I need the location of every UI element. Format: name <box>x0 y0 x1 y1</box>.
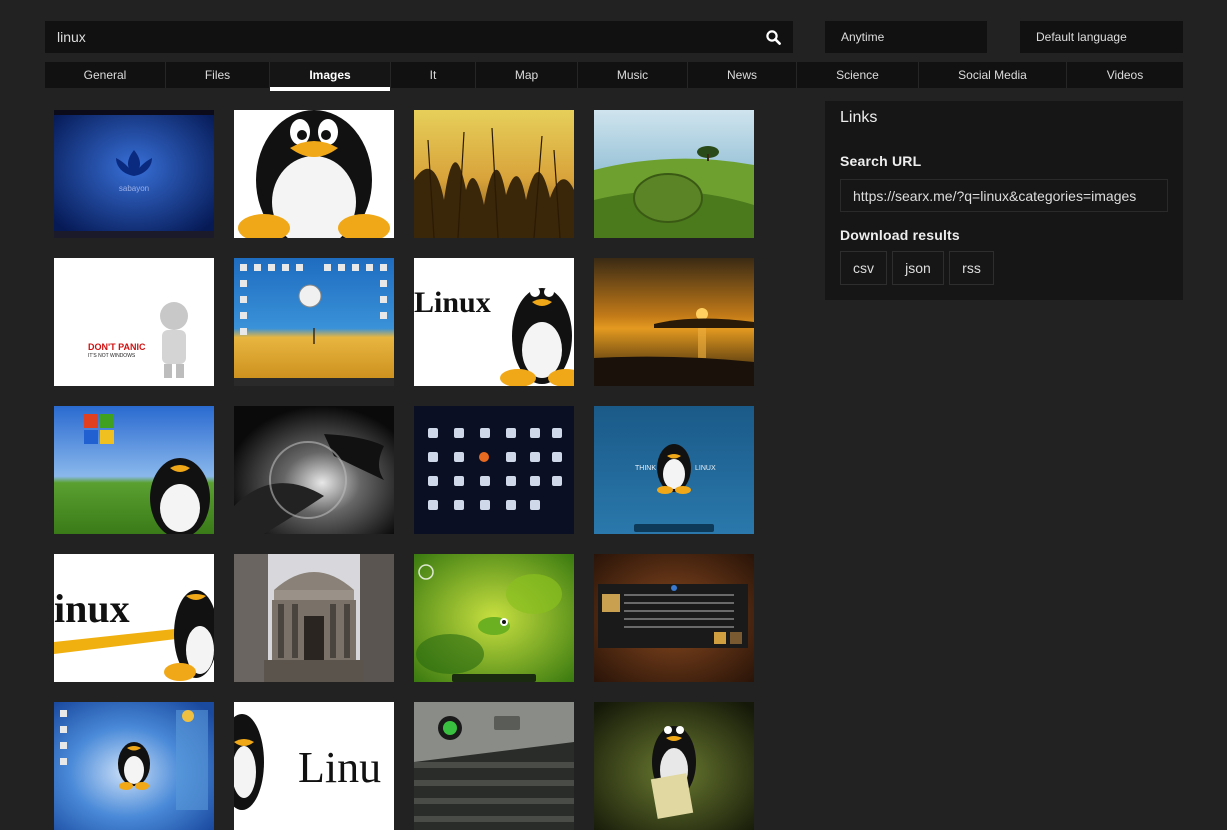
image-result[interactable] <box>234 258 394 386</box>
linu-logo-text: Linu <box>298 743 381 792</box>
lake-sunset-image <box>594 258 754 386</box>
button-label: json <box>905 260 931 276</box>
linux-logo-tux-image: Linux <box>414 258 574 386</box>
abstract-bw-image <box>234 406 394 534</box>
links-panel: Links Search URL Download results csv js… <box>825 101 1183 300</box>
image-result[interactable] <box>414 406 574 534</box>
image-result[interactable] <box>234 406 394 534</box>
tab-label: Music <box>616 68 649 82</box>
tab-general[interactable]: General <box>45 62 166 88</box>
linu-logo-tux-image: Linu <box>234 702 394 830</box>
tab-map[interactable]: Map <box>476 62 578 88</box>
image-result[interactable] <box>54 406 214 534</box>
tab-label: Videos <box>1106 68 1144 82</box>
tab-label: Science <box>836 68 879 82</box>
tux-blue-desktop-image <box>54 702 214 830</box>
button-label: rss <box>962 260 981 276</box>
grass-field-image <box>594 110 754 238</box>
think-text: THINK <box>635 465 656 472</box>
download-json-button[interactable]: json <box>892 251 944 285</box>
image-result[interactable] <box>414 554 574 682</box>
image-result[interactable] <box>414 702 574 830</box>
search-button[interactable] <box>753 21 793 53</box>
sabayon-logo-text: sabayon <box>119 184 149 193</box>
tab-it[interactable]: It <box>391 62 476 88</box>
category-tabs: General Files Images It Map Music News S… <box>45 62 1183 91</box>
tab-label: Images <box>309 68 351 82</box>
image-result[interactable]: DON'T PANIC IT'S NOT WINDOWS <box>54 258 214 386</box>
search-input[interactable] <box>45 21 745 53</box>
time-range-select[interactable]: Anytime <box>825 21 987 53</box>
image-result[interactable] <box>594 110 754 238</box>
time-range-value: Anytime <box>841 30 885 44</box>
server-hardware-image <box>414 702 574 830</box>
tab-label: Files <box>204 68 231 82</box>
image-result[interactable] <box>414 110 574 238</box>
linux-logo-text: Linux <box>414 286 491 319</box>
tab-files[interactable]: Files <box>166 62 270 88</box>
dont-panic-robot-image: DON'T PANIC IT'S NOT WINDOWS <box>54 258 214 386</box>
image-result[interactable] <box>594 702 754 830</box>
tab-science[interactable]: Science <box>797 62 919 88</box>
button-label: csv <box>853 260 874 276</box>
image-result[interactable]: Linu <box>234 702 394 830</box>
tab-images[interactable]: Images <box>270 62 391 91</box>
desktop-icons-image <box>234 258 394 386</box>
download-csv-button[interactable]: csv <box>840 251 887 285</box>
image-result[interactable] <box>594 554 754 682</box>
image-result[interactable] <box>234 110 394 238</box>
search-icon <box>765 29 781 45</box>
inux-logo-tux-image: inux <box>54 554 214 682</box>
image-result[interactable]: THINK LINUX <box>594 406 754 534</box>
music-player-image <box>594 554 754 682</box>
image-result[interactable] <box>54 702 214 830</box>
tempietto-building-image <box>234 554 394 682</box>
tab-label: Social Media <box>958 68 1027 82</box>
tux-newspaper-image <box>594 702 754 830</box>
language-select[interactable]: Default language <box>1020 21 1183 53</box>
image-result[interactable] <box>234 554 394 682</box>
image-result[interactable]: sabayon <box>54 110 214 238</box>
inux-logo-text: inux <box>54 586 130 631</box>
download-results-heading: Download results <box>840 227 960 243</box>
tab-label: Map <box>514 68 539 82</box>
image-result[interactable]: inux <box>54 554 214 682</box>
tab-news[interactable]: News <box>688 62 797 88</box>
tab-videos[interactable]: Videos <box>1067 62 1183 88</box>
not-windows-text: IT'S NOT WINDOWS <box>88 353 136 359</box>
app-launcher-image <box>414 406 574 534</box>
image-result[interactable] <box>594 258 754 386</box>
tux-windows-field-image <box>54 406 214 534</box>
tab-label: General <box>83 68 127 82</box>
tux-penguin-image <box>234 110 394 238</box>
language-value: Default language <box>1036 30 1127 44</box>
sabayon-desktop-image: sabayon <box>54 110 214 238</box>
grass-sunset-image <box>414 110 574 238</box>
tab-music[interactable]: Music <box>578 62 688 88</box>
search-url-field[interactable] <box>840 179 1168 212</box>
think-linux-text: LINUX <box>695 465 716 472</box>
green-chameleon-image <box>414 554 574 682</box>
think-linux-image: THINK LINUX <box>594 406 754 534</box>
tab-label: News <box>726 68 757 82</box>
dont-panic-text: DON'T PANIC <box>88 342 146 352</box>
links-title: Links <box>840 109 878 126</box>
search-bar <box>45 21 793 53</box>
image-result[interactable]: Linux <box>414 258 574 386</box>
search-url-heading: Search URL <box>840 153 922 169</box>
download-rss-button[interactable]: rss <box>949 251 994 285</box>
tab-social-media[interactable]: Social Media <box>919 62 1067 88</box>
tab-label: It <box>429 68 437 82</box>
